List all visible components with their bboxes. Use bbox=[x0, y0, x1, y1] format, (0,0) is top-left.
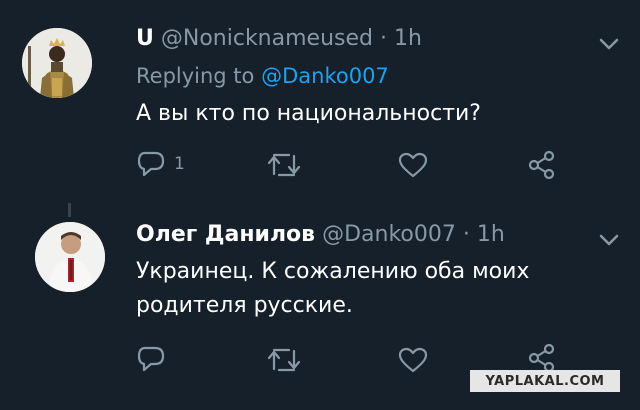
avatar[interactable] bbox=[22, 28, 92, 98]
display-name[interactable]: Олег Данилов bbox=[136, 222, 315, 247]
knight-armor-avatar-icon bbox=[22, 28, 92, 98]
replying-handle-link[interactable]: @Danko007 bbox=[261, 64, 389, 88]
retweet-button[interactable] bbox=[267, 347, 301, 373]
tweet-text: Украинец. К сожалению оба моих родителя … bbox=[136, 255, 529, 323]
heart-icon bbox=[398, 152, 428, 178]
like-button[interactable] bbox=[398, 347, 428, 373]
tweet-text-line: Украинец. К сожалению оба моих bbox=[136, 259, 530, 284]
handle[interactable]: @Danko007 bbox=[322, 222, 456, 247]
tweet-text-line: родителя русские. bbox=[136, 293, 353, 318]
man-embroidered-shirt-avatar-icon bbox=[35, 222, 105, 292]
heart-icon bbox=[398, 347, 428, 373]
share-icon bbox=[528, 343, 555, 373]
chevron-down-icon[interactable] bbox=[598, 36, 620, 52]
reply-icon bbox=[137, 151, 165, 177]
watermark: YAPLAKAL.COM bbox=[470, 370, 620, 392]
share-button[interactable] bbox=[527, 343, 557, 373]
reply-button[interactable] bbox=[136, 345, 166, 373]
replying-to: Replying to @Danko007 bbox=[136, 64, 389, 88]
share-button[interactable] bbox=[527, 150, 557, 180]
retweet-button[interactable] bbox=[267, 152, 301, 178]
reply-count: 1 bbox=[174, 154, 185, 174]
chevron-down-icon[interactable] bbox=[598, 232, 620, 248]
display-name[interactable]: U bbox=[136, 26, 154, 51]
reply-icon bbox=[137, 346, 165, 372]
reply-button[interactable]: 1 bbox=[136, 150, 185, 178]
retweet-icon bbox=[267, 348, 301, 372]
tweet-header: U @Nonicknameused · 1h bbox=[136, 26, 422, 51]
timestamp[interactable]: 1h bbox=[477, 222, 505, 247]
tweet-text: А вы кто по национальности? bbox=[136, 101, 481, 126]
separator: · bbox=[462, 222, 470, 247]
handle[interactable]: @Nonicknameused bbox=[161, 26, 373, 51]
retweet-icon bbox=[267, 153, 301, 177]
avatar[interactable] bbox=[35, 222, 105, 292]
tweet-1[interactable]: U @Nonicknameused · 1h Replying to @Dank… bbox=[0, 0, 640, 200]
like-button[interactable] bbox=[398, 152, 428, 178]
tweet-header: Олег Данилов @Danko007 · 1h bbox=[136, 222, 505, 247]
replying-prefix: Replying to bbox=[136, 64, 255, 88]
timestamp[interactable]: 1h bbox=[394, 26, 422, 51]
separator: · bbox=[379, 26, 387, 51]
share-icon bbox=[528, 150, 555, 180]
